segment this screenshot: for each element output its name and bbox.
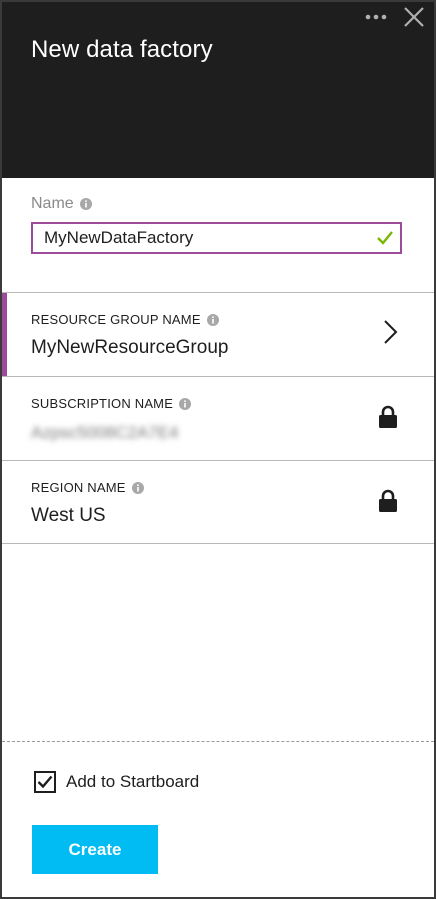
blade-title: New data factory bbox=[31, 36, 213, 63]
chevron-right-icon[interactable] bbox=[382, 319, 398, 345]
region-label: REGION NAME bbox=[31, 480, 126, 495]
region-section: REGION NAME West US bbox=[2, 460, 434, 544]
subscription-label: SUBSCRIPTION NAME bbox=[31, 396, 174, 411]
name-input[interactable] bbox=[33, 224, 400, 252]
ellipsis-icon[interactable] bbox=[364, 5, 388, 29]
info-icon[interactable] bbox=[131, 481, 144, 494]
header-actions bbox=[364, 4, 426, 30]
startboard-checkbox[interactable] bbox=[34, 771, 56, 793]
subscription-section: SUBSCRIPTION NAME Azpsc5008C2A7E4 bbox=[2, 376, 434, 460]
footer-divider bbox=[2, 741, 434, 742]
checkmark-icon bbox=[37, 775, 53, 789]
info-icon[interactable] bbox=[79, 198, 92, 210]
selection-accent bbox=[2, 293, 7, 376]
blade-header: New data factory bbox=[2, 2, 434, 178]
region-label-row: REGION NAME bbox=[31, 480, 144, 495]
info-icon[interactable] bbox=[179, 397, 192, 410]
name-label-row: Name bbox=[31, 195, 92, 213]
resource-group-section[interactable]: RESOURCE GROUP NAME MyNewResourceGroup bbox=[2, 292, 434, 376]
resource-group-label-row: RESOURCE GROUP NAME bbox=[31, 312, 219, 327]
resource-group-label: RESOURCE GROUP NAME bbox=[31, 312, 201, 327]
region-value: West US bbox=[31, 505, 106, 526]
valid-check-icon bbox=[376, 230, 394, 246]
info-icon[interactable] bbox=[206, 313, 219, 326]
new-data-factory-blade: New data factory Name RESOURCE GROUP NAM… bbox=[0, 0, 436, 899]
name-label: Name bbox=[31, 195, 74, 212]
lock-icon bbox=[378, 405, 398, 429]
resource-group-value: MyNewResourceGroup bbox=[31, 337, 229, 358]
lock-icon bbox=[378, 489, 398, 513]
startboard-label: Add to Startboard bbox=[66, 772, 200, 791]
subscription-value: Azpsc5008C2A7E4 bbox=[31, 423, 179, 442]
close-icon[interactable] bbox=[402, 5, 426, 29]
add-to-startboard-row[interactable]: Add to Startboard bbox=[34, 771, 199, 793]
subscription-label-row: SUBSCRIPTION NAME bbox=[31, 396, 192, 411]
create-button[interactable]: Create bbox=[32, 825, 158, 874]
name-field-wrapper bbox=[31, 222, 402, 254]
